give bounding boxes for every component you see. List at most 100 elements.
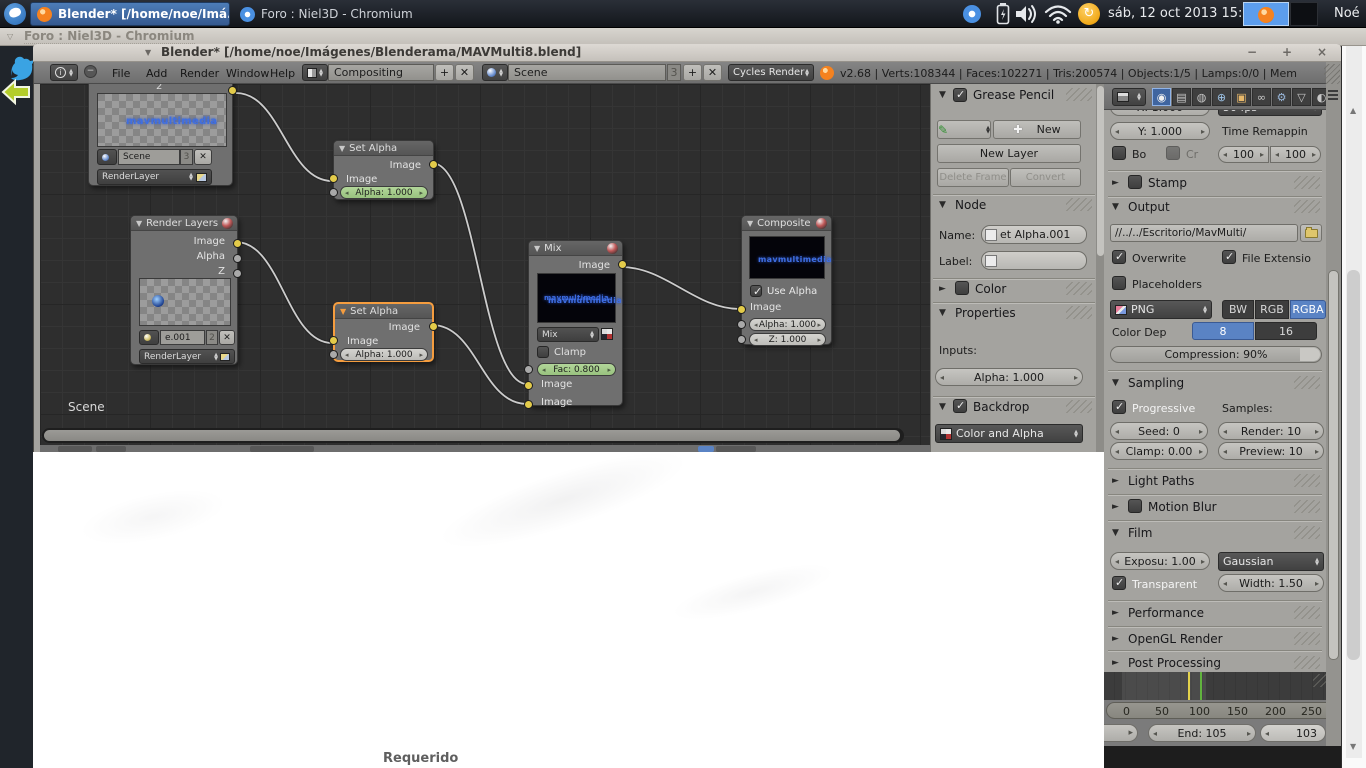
panel-collapse-icon[interactable]: ► — [1112, 476, 1119, 486]
add-layout-button[interactable]: + — [435, 64, 454, 81]
panel-grip[interactable] — [1066, 400, 1092, 413]
workspace-switcher-active[interactable] — [1243, 2, 1289, 26]
tab-modifiers-icon[interactable]: ⚙ — [1272, 88, 1291, 106]
image-input-socket[interactable] — [737, 305, 746, 314]
collapse-triangle-icon[interactable]: ▼ — [340, 307, 346, 316]
back-arrow-icon[interactable] — [1, 78, 31, 106]
menu-help[interactable]: Help — [270, 67, 295, 80]
seed-slider[interactable]: ◂Seed: 0▸ — [1110, 422, 1208, 440]
clamp-slider[interactable]: ◂Clamp: 0.00▸ — [1110, 442, 1208, 460]
maximize-button[interactable]: + — [1282, 45, 1292, 59]
tab-world-icon[interactable]: ⊕ — [1212, 88, 1231, 106]
scrollbar-thumb[interactable] — [1097, 86, 1104, 256]
taskbar-window-chromium[interactable]: Foro : Niel3D - Chromium — [234, 2, 464, 26]
image-input-socket[interactable] — [329, 174, 338, 183]
remap-old-stepper[interactable]: ◂100▸ — [1218, 146, 1269, 163]
set-alpha-node-2[interactable]: ▼Set Alpha Image Image ◂Alpha: 1.000▸ — [333, 302, 434, 362]
tab-object-icon[interactable]: ▣ — [1232, 88, 1251, 106]
image-output-socket[interactable] — [429, 322, 438, 331]
editor-type-button[interactable]: ▲▼ — [1112, 88, 1146, 106]
backdrop-checkbox[interactable] — [953, 399, 967, 413]
fac-slider[interactable]: ◂Fac: 0.800▸ — [537, 363, 616, 376]
node-scene-unlink-button[interactable]: ✕ — [219, 330, 235, 345]
scene-icon-button[interactable] — [97, 149, 117, 165]
delete-scene-button[interactable]: ✕ — [703, 64, 722, 81]
keyframe-line[interactable] — [1188, 672, 1190, 700]
render-layers-node[interactable]: ▼Render Layers Image Alpha Z e.001 2 ✕ R… — [130, 215, 238, 365]
composite-node[interactable]: ▼Composite mavmultimedia Use Alpha Image… — [741, 215, 832, 345]
file-format-select[interactable]: PNG▲▼ — [1110, 300, 1212, 319]
filter-type-select[interactable]: Gaussian▲▼ — [1218, 552, 1324, 571]
panel-collapse-icon[interactable]: ► — [939, 284, 946, 294]
render-engine-select[interactable]: Cycles Render▲▼ — [728, 64, 814, 81]
scene-field[interactable]: Scene — [508, 64, 666, 81]
image-node[interactable]: 2 mavmultimedia Scene 3 ✕ RenderLayer▲▼ — [88, 84, 233, 186]
output-path-field[interactable]: //../../Escritorio/MavMulti/ — [1110, 224, 1298, 242]
end-frame-slider[interactable]: ◂End: 105▸ — [1148, 724, 1256, 742]
placeholders-checkbox[interactable] — [1112, 276, 1126, 290]
alpha-input-socket[interactable] — [329, 350, 338, 359]
new-layer-button[interactable]: New Layer — [937, 144, 1081, 163]
node-scene-field[interactable]: e.001 — [160, 330, 205, 345]
menu-render[interactable]: Render — [180, 67, 219, 80]
tab-material-icon[interactable]: ◐ — [1312, 88, 1326, 106]
node-scene-field[interactable]: Scene — [118, 149, 180, 165]
depth-8-toggle[interactable]: 8 — [1192, 322, 1254, 340]
panel-grip[interactable] — [1294, 632, 1320, 645]
collapse-menus-icon[interactable]: − — [84, 65, 97, 78]
scene-icon-button[interactable] — [139, 330, 159, 345]
panel-collapse-icon[interactable]: ► — [1112, 608, 1119, 618]
color-checker-icon[interactable] — [601, 328, 613, 340]
taskbar-window-blender[interactable]: Blender* [/home/noe/Imá... — [30, 2, 230, 26]
panel-grip[interactable] — [1294, 656, 1320, 669]
render-samples-slider[interactable]: ◂Render: 10▸ — [1218, 422, 1324, 440]
menu-add[interactable]: Add — [146, 67, 167, 80]
panel-grip[interactable] — [1294, 376, 1320, 389]
depth-16-toggle[interactable]: 16 — [1255, 322, 1317, 340]
panel-grip[interactable] — [1294, 200, 1320, 213]
panel-collapse-icon[interactable]: ► — [1112, 634, 1119, 644]
panel-collapse-icon[interactable]: ► — [1112, 502, 1119, 512]
panel-grip[interactable] — [1066, 198, 1092, 211]
tab-render-layers-icon[interactable]: ▤ — [1172, 88, 1191, 106]
z-output-socket[interactable] — [233, 269, 242, 278]
screen-layout-icon-button[interactable]: ▲▼ — [302, 64, 328, 81]
grease-pencil-checkbox[interactable] — [953, 88, 967, 102]
file-browse-button[interactable] — [1300, 224, 1322, 242]
scene-users-count[interactable]: 3 — [667, 64, 681, 81]
panel-grip[interactable] — [1294, 526, 1320, 539]
scroll-down-arrow-icon[interactable]: ▼ — [1350, 742, 1356, 751]
clock[interactable]: sáb, 12 oct 2013 15:55 — [1108, 6, 1259, 21]
panel-collapse-icon[interactable]: ► — [1112, 178, 1119, 188]
fac-input-socket[interactable] — [524, 365, 533, 374]
filter-width-slider[interactable]: ◂Width: 1.50▸ — [1218, 574, 1324, 592]
scroll-up-arrow-icon[interactable]: ▲ — [1350, 106, 1356, 115]
backdrop-channel-select[interactable]: Color and Alpha▲▼ — [935, 424, 1083, 443]
blend-mode-select[interactable]: Mix▲▼ — [537, 327, 599, 342]
mix-node[interactable]: ▼Mix Image mavmultimediamavmultimedia Mi… — [528, 240, 623, 406]
alpha-value-slider[interactable]: ◂Alpha: 1.000▸ — [340, 186, 428, 199]
tray-chromium-icon[interactable] — [963, 5, 981, 23]
exposure-slider[interactable]: ◂Exposu: 1.00▸ — [1110, 552, 1210, 570]
alpha-value-slider[interactable]: ◂Alpha: 1.000▸ — [749, 318, 826, 331]
menu-file[interactable]: File — [112, 67, 130, 80]
panel-collapse-icon[interactable]: ▼ — [1112, 202, 1119, 212]
image-output-socket[interactable] — [618, 260, 627, 269]
resolution-y-slider[interactable]: ◂Y: 1.000▸ — [1110, 122, 1210, 140]
rgb-toggle[interactable]: RGB — [1255, 300, 1289, 319]
panel-grip[interactable] — [1066, 306, 1092, 319]
set-alpha-node-1[interactable]: ▼Set Alpha Image Image ◂Alpha: 1.000▸ — [333, 140, 434, 200]
rgba-toggle[interactable]: RGBA — [1290, 300, 1326, 319]
minimize-button[interactable]: − — [1247, 45, 1257, 59]
panel-collapse-icon[interactable]: ▼ — [1112, 528, 1119, 538]
editor-type-button[interactable]: i ▲▼ — [50, 64, 78, 81]
panel-collapse-icon[interactable]: ▼ — [939, 90, 946, 100]
delete-frame-button[interactable]: Delete Frame — [937, 168, 1009, 187]
timeline-ruler-scrollbar[interactable]: 0 50 100 150 200 250 — [1106, 702, 1338, 719]
tab-constraints-icon[interactable]: ∞ — [1252, 88, 1271, 106]
panel-grip[interactable] — [1294, 176, 1320, 189]
scene-icon-button[interactable]: ▲▼ — [482, 64, 508, 81]
updates-icon[interactable]: ↻ — [1078, 3, 1100, 25]
volume-icon[interactable] — [1014, 4, 1040, 24]
render-layer-select[interactable]: RenderLayer▲▼ — [139, 349, 235, 364]
